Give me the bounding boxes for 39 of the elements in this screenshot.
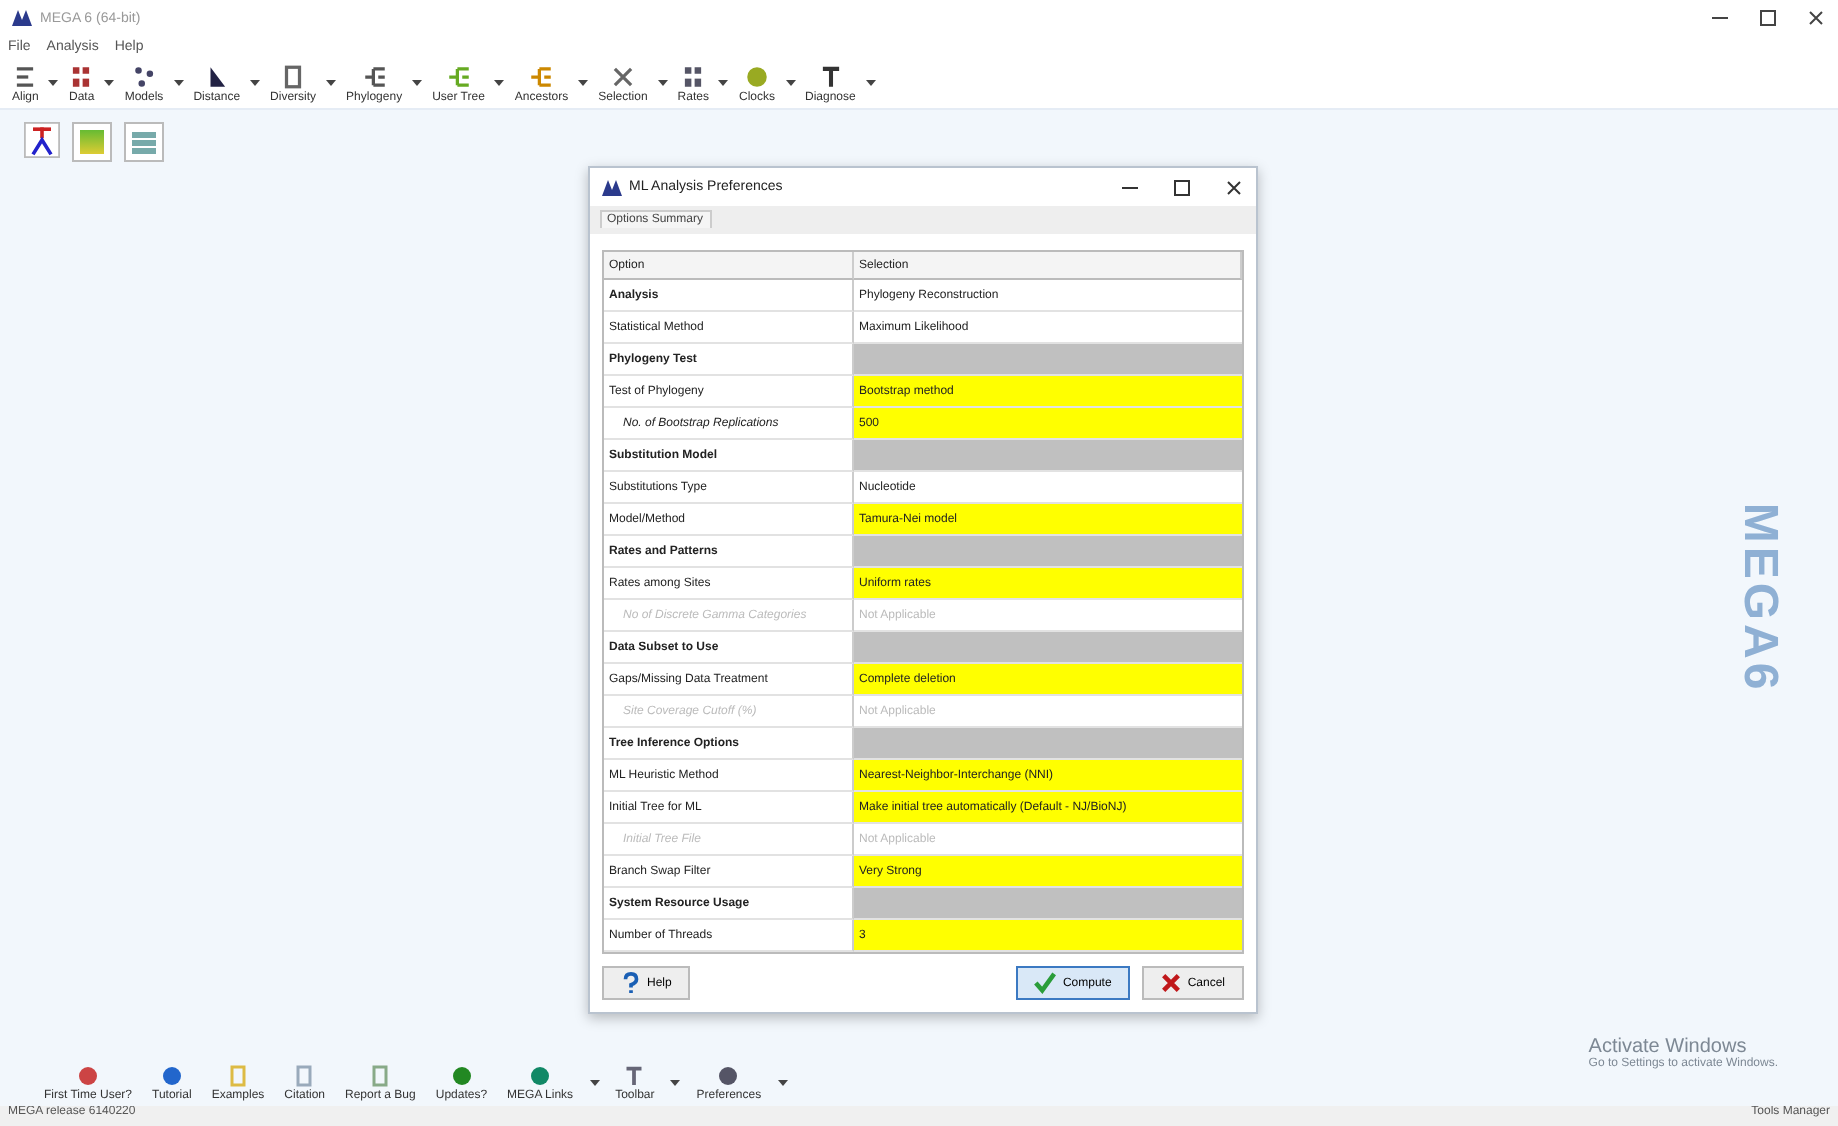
dropdown-arrow-icon[interactable]: [104, 79, 115, 85]
check-icon: [1034, 972, 1057, 994]
app-logo-icon: [601, 179, 621, 195]
question-icon: [619, 972, 641, 994]
dropdown-arrow-icon[interactable]: [865, 79, 876, 85]
page-icon: [292, 1064, 317, 1088]
editor-icon[interactable]: [24, 122, 60, 158]
activation-title: Activate Windows: [1588, 1036, 1747, 1058]
dropdown-arrow-icon[interactable]: [777, 1080, 788, 1086]
watermark-label: MEGA6: [1730, 502, 1787, 694]
table-icon: [68, 64, 95, 90]
maximize-icon[interactable]: [1171, 177, 1191, 197]
list-icon[interactable]: [124, 122, 164, 162]
tree-icon: [445, 64, 472, 90]
dropdown-arrow-icon[interactable]: [48, 79, 59, 85]
close-icon[interactable]: [1806, 8, 1826, 28]
dropdown-arrow-icon[interactable]: [657, 79, 668, 85]
dropdown-arrow-icon[interactable]: [494, 79, 505, 85]
dropdown-arrow-icon[interactable]: [718, 79, 729, 85]
dropdown-arrow-icon[interactable]: [670, 1080, 681, 1086]
x-icon: [1159, 972, 1182, 994]
dots-icon: [131, 64, 158, 90]
dropdown-arrow-icon[interactable]: [412, 79, 423, 85]
lines-icon: [12, 64, 39, 90]
rectangle-icon: [280, 64, 307, 90]
dropdown-arrow-icon[interactable]: [785, 79, 795, 85]
tree-icon: [361, 64, 388, 90]
page-icon: [368, 1064, 393, 1088]
grid-icon: [680, 64, 707, 90]
dropdown-arrow-icon[interactable]: [250, 79, 261, 85]
app-logo-icon: [12, 10, 32, 26]
dropdown-arrow-icon[interactable]: [326, 79, 337, 85]
maximize-icon[interactable]: [1758, 8, 1778, 28]
dropdown-arrow-icon[interactable]: [589, 1080, 600, 1086]
dropdown-arrow-icon[interactable]: [578, 79, 589, 85]
cross-icon: [609, 64, 636, 90]
close-icon[interactable]: [1223, 177, 1243, 197]
tree-icon: [528, 64, 555, 90]
dropdown-arrow-icon[interactable]: [173, 79, 184, 85]
